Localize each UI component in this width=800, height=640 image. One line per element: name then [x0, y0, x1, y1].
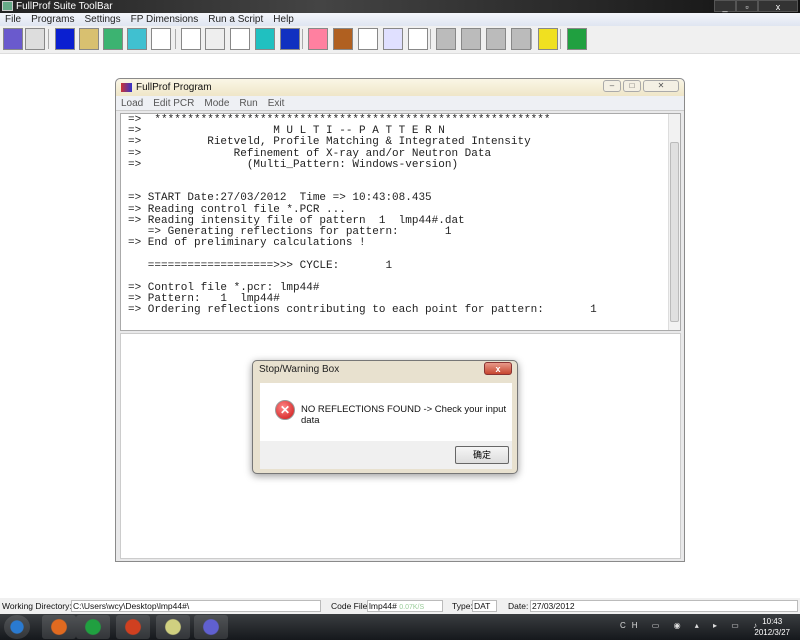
program-title-bar: FullProf Program – □ ✕ — [116, 79, 684, 96]
toolbar-separator — [302, 29, 303, 49]
clock[interactable]: 10:43 2012/3/27 — [754, 616, 790, 638]
menu-edit-pcr[interactable]: Edit PCR — [148, 96, 199, 110]
menu-run[interactable]: Run — [234, 96, 262, 110]
type-field: DAT — [472, 600, 497, 612]
taskbar-ie[interactable] — [76, 615, 110, 639]
winplotr-icon[interactable] — [230, 28, 250, 50]
menu-run-script[interactable]: Run a Script — [203, 13, 268, 26]
edpcr-icon[interactable] — [181, 28, 201, 50]
fp-studio-icon[interactable] — [280, 28, 300, 50]
disabled-tool-2-icon[interactable] — [461, 28, 481, 50]
cells-icon[interactable] — [408, 28, 428, 50]
dialog-title: Stop/Warning Box — [259, 364, 340, 375]
program-minimize-button[interactable]: – — [603, 80, 621, 92]
net-speed: 0.07K/S — [399, 604, 425, 611]
toolbar-separator — [430, 29, 431, 49]
app-title-bar: FullProf Suite ToolBar _ ▫ x — [0, 0, 800, 13]
mem-icon[interactable] — [333, 28, 353, 50]
basireps-icon[interactable] — [358, 28, 378, 50]
console-text: => *************************************… — [128, 114, 597, 317]
menu-exit[interactable]: Exit — [263, 96, 290, 110]
minimize-button[interactable]: _ — [714, 0, 736, 12]
editpcr-check-icon[interactable] — [79, 28, 99, 50]
working-dir-label: Working Directory: — [2, 601, 72, 611]
gfourier-icon[interactable] — [308, 28, 328, 50]
winplotr-organizer-icon[interactable] — [3, 28, 23, 50]
error-icon: ✕ — [275, 400, 295, 420]
supercell-icon[interactable] — [383, 28, 403, 50]
disabled-tool-1-icon[interactable] — [436, 28, 456, 50]
program-menu: Load Edit PCR Mode Run Exit — [116, 96, 684, 111]
disabled-tool-3-icon[interactable] — [486, 28, 506, 50]
disabled-tool-4-icon[interactable] — [511, 28, 531, 50]
taskbar-fullprof[interactable] — [194, 615, 228, 639]
diffax-icon[interactable] — [55, 28, 75, 50]
vertical-scrollbar[interactable] — [668, 114, 680, 330]
menu-programs[interactable]: Programs — [26, 13, 79, 26]
clock-date: 2012/3/27 — [754, 628, 790, 637]
working-dir-field: C:\Users\wcy\Desktop\lmp44#\ — [71, 600, 321, 612]
taskbar: CH ▭ ◉ ▴ ▸ ▭ ♪ 10:43 2012/3/27 — [0, 614, 800, 640]
menu-fp-dimensions[interactable]: FP Dimensions — [126, 13, 204, 26]
fullprof-program-window: FullProf Program – □ ✕ Load Edit PCR Mode … — [115, 78, 685, 562]
help-icon[interactable] — [538, 28, 558, 50]
bondstr-icon[interactable] — [103, 28, 123, 50]
program-icon — [121, 83, 132, 92]
taskbar-fps-toolbar[interactable] — [156, 615, 190, 639]
dialog-close-button[interactable]: x — [484, 362, 512, 375]
close-button[interactable]: x — [758, 0, 798, 12]
clock-time: 10:43 — [762, 617, 783, 626]
main-menu: File Programs Settings FP Dimensions Run… — [0, 13, 800, 26]
app-title: FullProf Suite ToolBar — [16, 1, 113, 12]
start-button[interactable] — [4, 615, 30, 639]
web-globe-icon[interactable] — [567, 28, 587, 50]
system-tray[interactable]: CH ▭ ◉ ▴ ▸ ▭ ♪ — [620, 621, 763, 630]
ok-button[interactable]: 确定 — [455, 446, 509, 464]
program-title: FullProf Program — [136, 82, 212, 93]
taskbar-explorer[interactable] — [42, 615, 76, 639]
toolbar-separator — [560, 29, 561, 49]
language-indicator[interactable]: CH — [620, 621, 644, 630]
date-field: 27/03/2012 — [530, 600, 798, 612]
toolbar — [0, 26, 800, 54]
console-output[interactable]: => *************************************… — [120, 113, 681, 331]
program-close-button[interactable]: ✕ — [643, 80, 679, 92]
winplotr-2006-icon[interactable] — [255, 28, 275, 50]
menu-settings[interactable]: Settings — [79, 13, 125, 26]
toolbar-separator — [531, 29, 532, 49]
program-maximize-button[interactable]: □ — [623, 80, 641, 92]
toolbar-separator — [48, 29, 49, 49]
toolbar-separator — [175, 29, 176, 49]
k-search-icon[interactable] — [151, 28, 171, 50]
menu-help[interactable]: Help — [268, 13, 299, 26]
menu-file[interactable]: File — [0, 13, 26, 26]
restore-button[interactable]: ▫ — [736, 0, 758, 12]
status-bar: Working Directory: C:\Users\wcy\Desktop\… — [0, 598, 800, 614]
tessel-icon[interactable] — [127, 28, 147, 50]
warning-dialog: Stop/Warning Box x ✕ NO REFLECTIONS FOUN… — [252, 360, 518, 474]
app-icon — [2, 1, 13, 11]
code-file-value: lmp44# — [369, 601, 397, 611]
type-label: Type: — [452, 601, 473, 611]
code-file-field: lmp44# 0.07K/S — [367, 600, 443, 612]
scrollbar-thumb[interactable] — [670, 142, 679, 322]
code-file-label: Code File: — [331, 601, 370, 611]
dialog-message: NO REFLECTIONS FOUND -> Check your input… — [301, 404, 507, 426]
edit-file-icon[interactable] — [25, 28, 45, 50]
menu-load[interactable]: Load — [116, 96, 148, 110]
menu-mode[interactable]: Mode — [199, 96, 234, 110]
fullprof-icon[interactable] — [205, 28, 225, 50]
date-label: Date: — [508, 601, 529, 611]
taskbar-app[interactable] — [116, 615, 150, 639]
